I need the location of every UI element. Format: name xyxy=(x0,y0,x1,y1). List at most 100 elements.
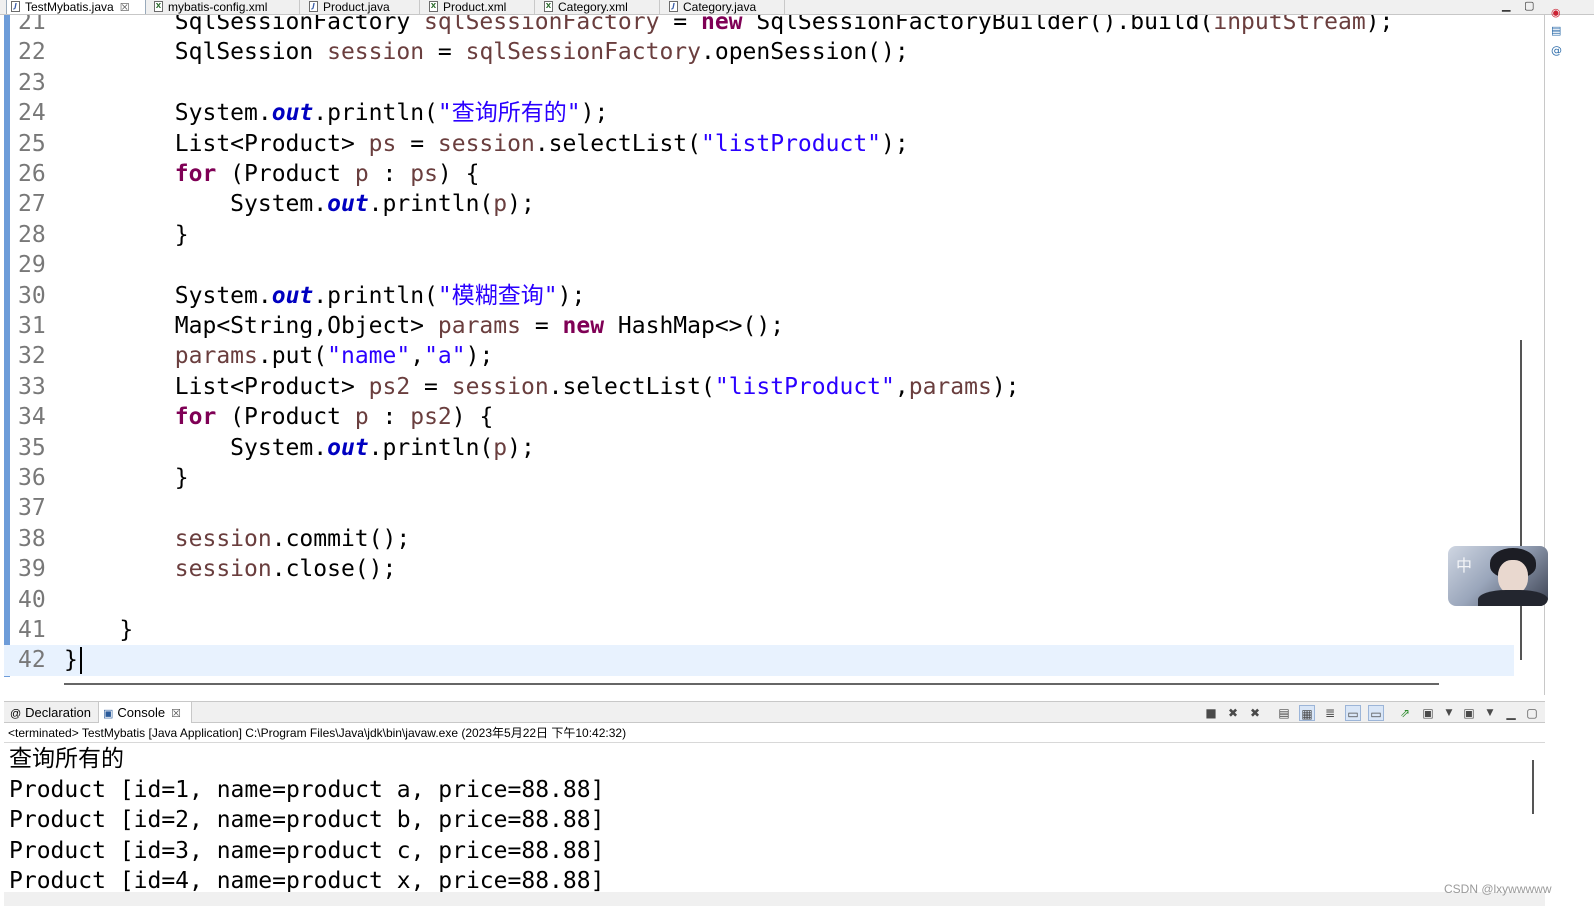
open-console-icon[interactable]: ▣ xyxy=(1461,705,1477,721)
java-file-icon: J xyxy=(11,1,20,12)
close-tab-icon[interactable]: ☒ xyxy=(171,708,181,720)
line-number: 32 xyxy=(18,343,46,370)
code-line[interactable]: 33 List<Product> ps2 = session.selectLis… xyxy=(4,372,1514,403)
javadoc-icon[interactable]: @ xyxy=(1551,44,1562,57)
code-line[interactable]: 25 List<Product> ps = session.selectList… xyxy=(4,129,1514,160)
code-token: ); xyxy=(557,282,586,309)
tab-label: mybatis-config.xml xyxy=(168,0,268,14)
code-token: List<Product> xyxy=(64,130,369,157)
declaration-icon: @ xyxy=(10,708,22,720)
code-line[interactable]: 34 for (Product p : ps2) { xyxy=(4,402,1514,433)
code-line[interactable]: 27 System.out.println(p); xyxy=(4,189,1514,220)
code-line[interactable]: 24 System.out.println("查询所有的"); xyxy=(4,98,1514,129)
code-token: session xyxy=(174,525,272,552)
tab-console[interactable]: ▣ Console ☒ xyxy=(98,702,192,723)
minimize-icon[interactable]: ▁ xyxy=(1502,0,1510,12)
line-number: 23 xyxy=(18,69,46,96)
code-line[interactable]: 23 xyxy=(4,68,1514,99)
show-on-stderr-icon[interactable]: ▭ xyxy=(1368,705,1384,721)
code-token: params xyxy=(908,373,992,400)
code-token: (Product xyxy=(216,404,355,431)
line-number: 37 xyxy=(18,495,46,522)
code-token: sqlSessionFactory xyxy=(424,15,660,35)
console-output[interactable]: 查询所有的 Product [id=1, name=product a, pri… xyxy=(4,744,1545,892)
code-line[interactable]: 32 params.put("name","a"); xyxy=(4,341,1514,372)
editor-vertical-scrollbar[interactable] xyxy=(1520,340,1522,660)
tab-category-xml[interactable]: X Category.xml xyxy=(540,0,660,14)
code-line[interactable]: 30 System.out.println("模糊查询"); xyxy=(4,281,1514,312)
remove-launch-icon[interactable]: ✖ xyxy=(1225,705,1241,721)
code-token: .println( xyxy=(368,191,494,218)
code-token: = xyxy=(396,130,438,157)
tab-testmybatis-java[interactable]: J TestMybatis.java ☒ xyxy=(6,0,146,14)
line-number: 26 xyxy=(18,161,46,187)
code-line[interactable]: 29 xyxy=(4,250,1514,281)
maximize-view-icon[interactable]: ▢ xyxy=(1524,705,1540,721)
tab-product-xml[interactable]: X Product.xml xyxy=(425,0,535,14)
chevron-down-icon[interactable]: ▼ xyxy=(1441,705,1457,721)
tab-label: Declaration xyxy=(25,705,91,720)
editor-horizontal-scrollbar[interactable] xyxy=(64,683,1439,685)
console-line: Product [id=3, name=product c, price=88.… xyxy=(9,838,605,864)
code-token: "查询所有的" xyxy=(437,100,581,127)
code-line[interactable]: 36 } xyxy=(4,463,1514,494)
code-line[interactable]: 28 } xyxy=(4,220,1514,251)
code-token: p xyxy=(354,161,369,187)
pin-console-icon[interactable]: ⇗ xyxy=(1397,705,1413,721)
tab-label: TestMybatis.java xyxy=(25,0,114,14)
close-tab-icon[interactable]: ☒ xyxy=(120,2,130,14)
code-token: ) { xyxy=(437,161,480,187)
display-selected-console-icon[interactable]: ▣ xyxy=(1420,705,1436,721)
code-line[interactable]: 26 for (Product p : ps) { xyxy=(4,159,1514,190)
outline-view-icon[interactable]: ◉ xyxy=(1551,6,1561,19)
minimize-view-icon[interactable]: ▁ xyxy=(1503,705,1519,721)
code-token: } xyxy=(64,617,134,643)
code-line[interactable]: 39 session.close(); xyxy=(4,554,1514,585)
tab-category-java[interactable]: J Category.java xyxy=(665,0,785,14)
code-token: .println( xyxy=(368,434,494,461)
code-token: inputStream xyxy=(1213,15,1366,35)
code-line[interactable]: 31 Map<String,Object> params = new HashM… xyxy=(4,311,1514,342)
code-line[interactable]: 41 } xyxy=(4,615,1514,646)
line-number: 31 xyxy=(18,313,46,339)
code-line[interactable]: 38 session.commit(); xyxy=(4,524,1514,555)
code-editor[interactable]: 21 SqlSessionFactory sqlSessionFactory =… xyxy=(4,15,1545,695)
show-on-stdout-icon[interactable]: ▭ xyxy=(1345,705,1361,721)
avatar-face xyxy=(1498,560,1528,594)
code-token: "模糊查询" xyxy=(437,282,558,309)
word-wrap-icon[interactable]: ≣ xyxy=(1322,705,1338,721)
tab-product-java[interactable]: J Product.java xyxy=(305,0,420,14)
chevron-down-icon[interactable]: ▼ xyxy=(1482,705,1498,721)
line-number: 22 xyxy=(18,39,46,66)
code-token: } xyxy=(64,647,78,674)
remove-all-terminated-icon[interactable]: ✖ xyxy=(1247,705,1263,721)
clear-console-icon[interactable]: ▤ xyxy=(1276,705,1292,721)
console-line: Product [id=4, name=product x, price=88.… xyxy=(9,868,605,892)
code-text: params.put("name","a"); xyxy=(64,341,494,372)
code-token: : xyxy=(368,161,411,187)
tab-declaration[interactable]: @ Declaration xyxy=(6,702,96,723)
code-token: ); xyxy=(580,100,609,127)
terminate-icon[interactable]: ■ xyxy=(1203,705,1219,721)
code-line[interactable]: 22 SqlSession session = sqlSessionFactor… xyxy=(4,37,1514,68)
code-text: for (Product p : ps2) { xyxy=(64,402,494,433)
code-token: out xyxy=(271,282,314,309)
code-line[interactable]: 21 SqlSessionFactory sqlSessionFactory =… xyxy=(4,15,1514,38)
tab-mybatis-config-xml[interactable]: Xmybatis-config.xml xyxy=(150,0,300,14)
maximize-icon[interactable]: ▢ xyxy=(1524,0,1534,12)
code-line[interactable]: 35 System.out.println(p); xyxy=(4,433,1514,464)
code-line[interactable]: 40 xyxy=(4,585,1514,616)
line-number: 30 xyxy=(18,282,46,309)
task-list-icon[interactable]: ▤ xyxy=(1551,24,1561,37)
code-token: = xyxy=(410,373,452,400)
code-line[interactable]: 37 xyxy=(4,493,1514,524)
console-vertical-scrollbar[interactable] xyxy=(1532,760,1534,814)
code-token: } xyxy=(64,465,189,491)
console-horizontal-scrollbar[interactable] xyxy=(4,892,1545,906)
code-line[interactable]: 42} xyxy=(4,645,1514,677)
floating-avatar-widget[interactable]: 中 xyxy=(1448,546,1548,606)
line-number: 33 xyxy=(18,373,46,400)
scroll-lock-icon[interactable]: ▦ xyxy=(1299,705,1315,721)
